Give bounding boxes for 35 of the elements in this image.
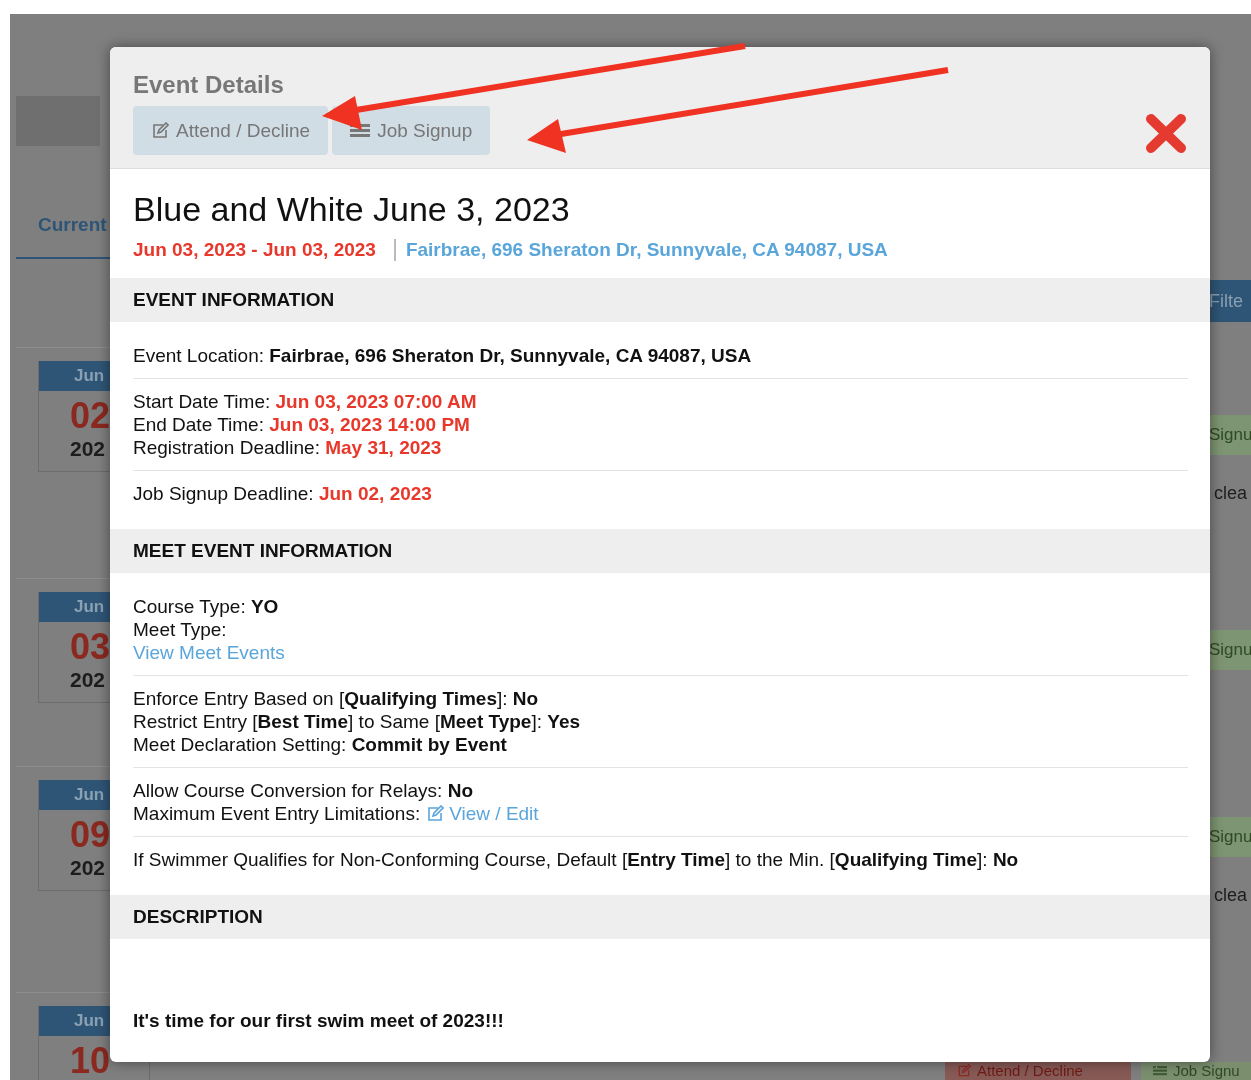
section-header: EVENT INFORMATION xyxy=(110,278,1210,322)
job-signup-button[interactable]: Job Signu xyxy=(1141,1062,1251,1080)
attend-decline-button[interactable]: Attend / Decline xyxy=(133,106,329,155)
date-tile-day: 03 xyxy=(70,627,111,667)
info-line: Registration Deadline: May 31, 2023 xyxy=(133,436,443,459)
edit-icon xyxy=(151,121,169,140)
date-tile-day: 02 xyxy=(70,396,111,436)
attend-decline-button[interactable]: Attend / Decline xyxy=(945,1062,1131,1080)
edit-icon xyxy=(957,1064,971,1078)
section-header: MEET EVENT INFORMATION xyxy=(110,529,1210,573)
info-line: Enforce Entry Based on [Qualifying Times]: No xyxy=(133,687,540,710)
close-icon[interactable] xyxy=(1145,113,1187,154)
location-link[interactable]: Fairbrae, 696 Sheraton Dr, Sunnyvale, CA 94087, USA xyxy=(405,238,888,262)
list-icon xyxy=(1153,1064,1167,1078)
edit-icon xyxy=(426,804,445,823)
row-text: clea xyxy=(1213,483,1249,504)
date-tile-day: 10 xyxy=(70,1041,111,1080)
row-text: clea xyxy=(1213,885,1249,906)
section-header: DESCRIPTION xyxy=(110,895,1210,939)
date-tile-year: 202 xyxy=(70,436,106,462)
date-tile-year: 202 xyxy=(70,855,106,881)
date-tile-year: 202 xyxy=(70,667,106,693)
info-line: Meet Declaration Setting: Commit by Event xyxy=(133,733,508,756)
info-line: Job Signup Deadline: Jun 02, 2023 xyxy=(133,482,433,505)
info-line: Restrict Entry [Best Time] to Same [Meet Type]: Yes xyxy=(133,710,582,733)
info-line: Start Date Time: Jun 03, 2023 07:00 AM xyxy=(133,390,478,413)
view-meet-events-link[interactable]: View Meet Events xyxy=(133,642,285,663)
info-line: End Date Time: Jun 03, 2023 14:00 PM xyxy=(133,413,471,436)
event-name: Blue and White June 3, 2023 xyxy=(133,189,571,229)
view-edit-link[interactable]: View / Edit xyxy=(426,802,539,825)
info-line: If Swimmer Qualifies for Non-Conforming Course, Default [Entry Time] to the Min. [Qualifying Time]: No xyxy=(133,848,1020,871)
job-signup-button[interactable]: Job Signup xyxy=(332,106,491,155)
event-date-range: Jun 03, 2023 - Jun 03, 2023 xyxy=(133,238,376,262)
date-tile-day: 09 xyxy=(70,815,111,855)
modal-title: Event Details xyxy=(133,71,285,99)
